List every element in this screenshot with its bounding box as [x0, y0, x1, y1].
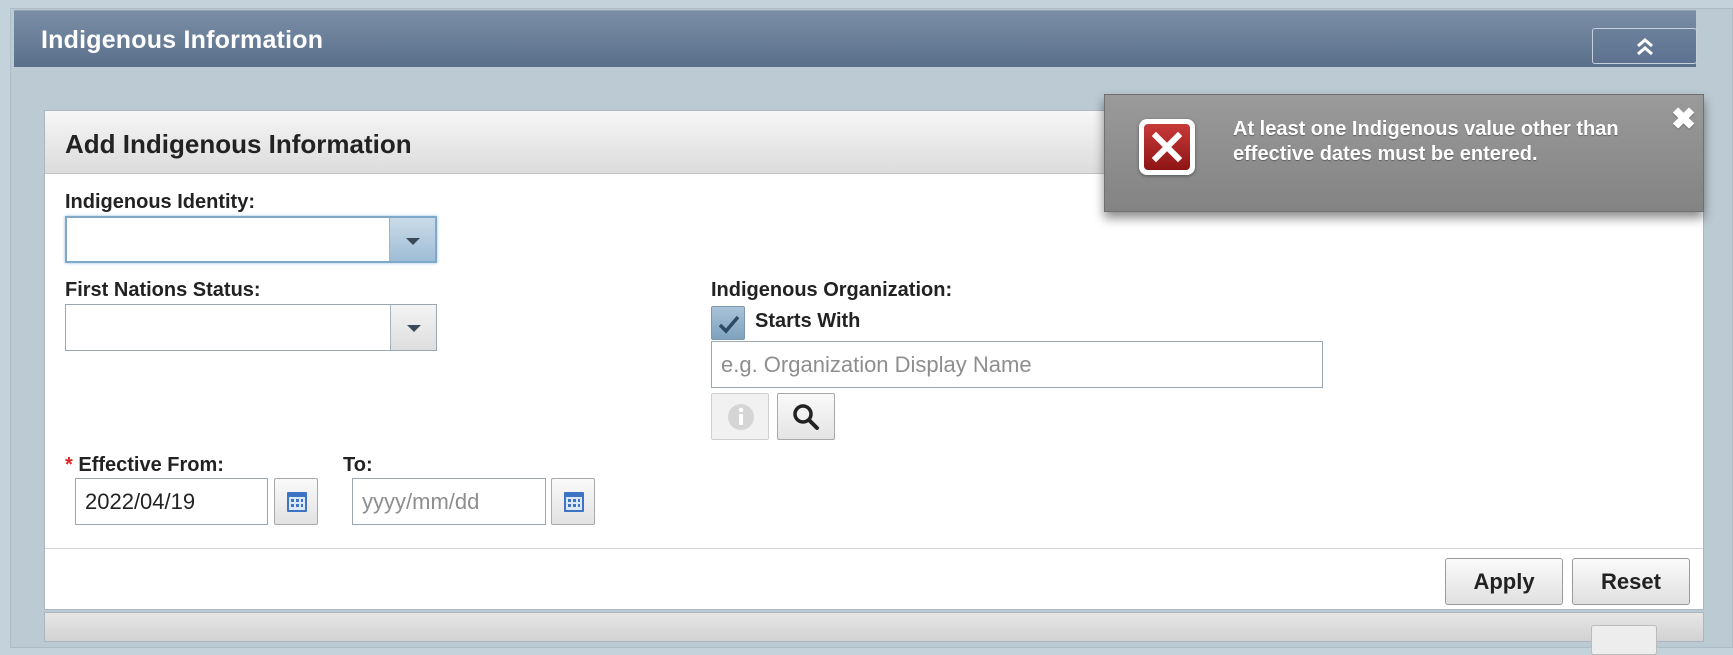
- organization-search-input[interactable]: [711, 341, 1323, 388]
- to-date-calendar-button[interactable]: [551, 478, 595, 525]
- starts-with-label: Starts With: [755, 310, 861, 332]
- effective-from-calendar-button[interactable]: [274, 478, 318, 525]
- collapse-panel-button[interactable]: [1592, 28, 1697, 64]
- effective-from-label-text: Effective From:: [78, 454, 224, 476]
- reset-button[interactable]: Reset: [1572, 558, 1690, 605]
- effective-from-label: * Effective From:: [65, 454, 224, 477]
- form-title: Add Indigenous Information: [65, 129, 412, 159]
- first-nations-status-label: First Nations Status:: [65, 279, 261, 301]
- next-panel-toggle-button[interactable]: [1591, 625, 1657, 655]
- info-icon: [728, 404, 754, 430]
- dropdown-arrow-button[interactable]: [389, 218, 435, 261]
- starts-with-checkbox[interactable]: [711, 306, 745, 340]
- form-footer-divider: [45, 548, 1703, 549]
- next-panel-header: [44, 612, 1704, 655]
- error-x-icon: [1139, 119, 1195, 175]
- effective-from-input[interactable]: [75, 478, 268, 525]
- apply-button[interactable]: Apply: [1445, 558, 1563, 605]
- dropdown-arrow-button[interactable]: [390, 305, 436, 350]
- panel-header: Indigenous Information: [14, 10, 1696, 67]
- calendar-icon: [564, 492, 584, 512]
- panel-title: Indigenous Information: [41, 26, 324, 54]
- checkmark-icon: [718, 315, 740, 334]
- error-toast: At least one Indigenous value other than…: [1104, 94, 1704, 212]
- first-nations-status-select[interactable]: [65, 304, 437, 351]
- to-date-label: To:: [343, 454, 373, 476]
- chevron-down-icon: [406, 238, 420, 245]
- close-icon[interactable]: ✖: [1671, 105, 1696, 135]
- indigenous-identity-label: Indigenous Identity:: [65, 191, 255, 213]
- organization-search-button[interactable]: [777, 393, 835, 440]
- organization-info-button[interactable]: [711, 393, 769, 440]
- chevron-down-icon: [407, 325, 421, 332]
- indigenous-identity-select[interactable]: [65, 216, 437, 263]
- to-date-input[interactable]: [352, 478, 546, 525]
- indigenous-organization-label: Indigenous Organization:: [711, 279, 953, 301]
- required-marker: *: [65, 454, 73, 476]
- error-toast-message: At least one Indigenous value other than…: [1233, 118, 1619, 165]
- search-icon: [793, 404, 819, 430]
- calendar-icon: [287, 492, 307, 512]
- double-chevron-up-icon: [1636, 38, 1653, 56]
